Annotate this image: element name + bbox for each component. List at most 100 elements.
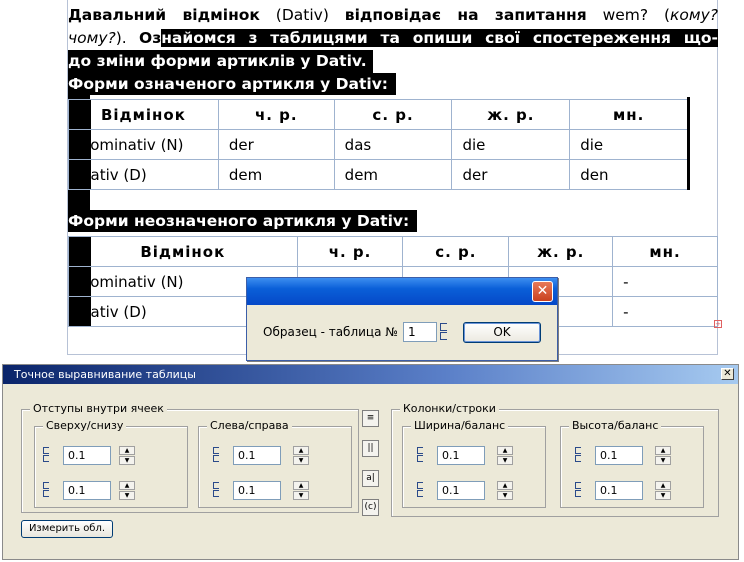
paragraph-line-1: Давальний відмінок (Dativ) відповідає на… <box>68 6 718 24</box>
paragraph-line-2: чому?). Ознайомся з таблицями та опиши с… <box>68 29 718 47</box>
group-label: Отступы внутри ячеек <box>30 402 167 415</box>
header-cell[interactable]: Відмінок <box>68 99 219 130</box>
width-balance-stepper[interactable]: ▲ ▼ <box>497 481 513 500</box>
spin-down-icon[interactable]: ▼ <box>293 491 309 500</box>
table-cell[interactable]: der <box>217 129 335 160</box>
spin-up-icon[interactable]: ▲ <box>119 446 135 455</box>
table-cell[interactable]: Dativ (D) <box>68 159 219 190</box>
spin-down-icon[interactable]: ▼ <box>119 456 135 465</box>
left-padding-input[interactable] <box>233 446 281 465</box>
header-cell[interactable]: мн. <box>569 99 688 130</box>
intro-paragraph: Давальний відмінок (Dativ) відповідає на… <box>68 4 718 73</box>
top-padding-input[interactable] <box>63 446 111 465</box>
header-cell[interactable]: с. р. <box>402 236 510 267</box>
dialog-titlebar[interactable]: ✕ <box>247 278 557 305</box>
link-icon[interactable] <box>417 482 423 497</box>
spin-up-icon[interactable]: ▲ <box>655 481 671 490</box>
spin-down-icon[interactable]: ▼ <box>655 491 671 500</box>
left-padding-stepper[interactable]: ▲ ▼ <box>293 446 309 465</box>
measure-area-button[interactable]: Измерить обл. <box>21 520 113 538</box>
dialog-title: Точное выравнивание таблицы <box>14 368 196 381</box>
header-cell[interactable]: ч. р. <box>217 99 335 130</box>
dialog-titlebar[interactable]: Точное выравнивание таблицы ✕ <box>3 365 738 384</box>
width-balance-input[interactable] <box>437 481 485 500</box>
group-label: Ширина/баланс <box>411 419 509 432</box>
table-cell[interactable]: dem <box>217 159 335 190</box>
table-cell[interactable]: der <box>451 159 571 190</box>
spin-down-icon[interactable]: ▼ <box>293 456 309 465</box>
spin-down-icon[interactable]: ▼ <box>497 491 513 500</box>
close-button[interactable]: ✕ <box>721 368 734 380</box>
table-cell[interactable]: die <box>569 129 688 160</box>
table-right-bar <box>687 97 690 190</box>
link-icon[interactable] <box>43 482 49 497</box>
link-icon[interactable] <box>213 447 219 462</box>
spin-down-icon[interactable]: ▼ <box>119 491 135 500</box>
height-balance-input[interactable] <box>595 481 643 500</box>
table-row: Dativ (D) dem dem der den <box>68 159 688 190</box>
spin-up-icon[interactable]: ▲ <box>293 481 309 490</box>
header-cell[interactable]: Відмінок <box>68 236 298 267</box>
table-number-label: Образец - таблица № <box>263 325 398 339</box>
right-padding-input[interactable] <box>233 481 281 500</box>
definite-article-table[interactable]: Відмінок ч. р. с. р. ж. р. мн. Nominativ… <box>68 99 688 190</box>
table-cell[interactable]: den <box>569 159 688 190</box>
column-split-icon[interactable]: || <box>362 440 379 457</box>
table-cell[interactable]: dem <box>333 159 453 190</box>
header-cell[interactable]: мн. <box>612 236 718 267</box>
link-icon[interactable] <box>417 447 423 462</box>
link-icon[interactable] <box>440 323 448 341</box>
heading-definite-article: Форми означеного артикля у Dativ: <box>68 73 396 95</box>
link-icon[interactable] <box>575 482 581 497</box>
header-cell[interactable]: ч. р. <box>296 236 404 267</box>
highlight-stub <box>68 190 90 210</box>
spin-up-icon[interactable]: ▲ <box>655 446 671 455</box>
table-cell[interactable]: das <box>333 129 453 160</box>
right-padding-stepper[interactable]: ▲ ▼ <box>293 481 309 500</box>
table-resize-handle[interactable]: + <box>714 320 722 328</box>
left-right-group: Слева/справа ▲▼ ▲▼ <box>198 419 352 508</box>
header-cell[interactable]: ж. р. <box>451 99 571 130</box>
table-number-input[interactable] <box>403 322 437 342</box>
link-icon[interactable] <box>213 482 219 497</box>
ok-button[interactable]: OK <box>463 322 541 343</box>
width-stepper[interactable]: ▲ ▼ <box>497 446 513 465</box>
height-input[interactable] <box>595 446 643 465</box>
bottom-padding-stepper[interactable]: ▲ ▼ <box>119 481 135 500</box>
table-cell[interactable]: Nominativ (N) <box>68 129 219 160</box>
table-cell[interactable]: - <box>612 266 718 297</box>
height-balance-stepper[interactable]: ▲ ▼ <box>655 481 671 500</box>
group-label: Слева/справа <box>207 419 292 432</box>
spin-up-icon[interactable]: ▲ <box>119 481 135 490</box>
cell-padding-group: Отступы внутри ячеек Сверху/снизу ▲▼ ▲▼ … <box>21 402 359 513</box>
copyright-icon[interactable]: (c) <box>362 499 379 516</box>
table-header-row: Відмінок ч. р. с. р. ж. р. мн. <box>68 236 718 267</box>
table-header-row: Відмінок ч. р. с. р. ж. р. мн. <box>68 99 688 130</box>
link-icon[interactable] <box>575 447 581 462</box>
spin-down-icon[interactable]: ▼ <box>497 456 513 465</box>
table-cell[interactable]: die <box>451 129 571 160</box>
columns-rows-group: Колонки/строки Ширина/баланс ▲▼ ▲▼ Высот… <box>391 402 719 517</box>
link-icon[interactable] <box>43 447 49 462</box>
spin-up-icon[interactable]: ▲ <box>497 446 513 455</box>
height-stepper[interactable]: ▲ ▼ <box>655 446 671 465</box>
top-padding-stepper[interactable]: ▲ ▼ <box>119 446 135 465</box>
close-button[interactable]: ✕ <box>532 281 553 302</box>
group-label: Колонки/строки <box>400 402 499 415</box>
align-justify-icon[interactable]: ≡ <box>362 410 379 427</box>
width-input[interactable] <box>437 446 485 465</box>
header-cell[interactable]: с. р. <box>333 99 453 130</box>
table-row: Nominativ (N) der das die die <box>68 129 688 160</box>
spin-up-icon[interactable]: ▲ <box>293 446 309 455</box>
top-bottom-group: Сверху/снизу ▲▼ ▲▼ <box>34 419 188 508</box>
width-balance-group: Ширина/баланс ▲▼ ▲▼ <box>402 419 546 508</box>
height-balance-group: Высота/баланс ▲▼ ▲▼ <box>560 419 704 508</box>
header-cell[interactable]: ж. р. <box>508 236 614 267</box>
spin-down-icon[interactable]: ▼ <box>655 456 671 465</box>
spin-up-icon[interactable]: ▲ <box>497 481 513 490</box>
text-align-icon[interactable]: a| <box>362 470 379 487</box>
bottom-padding-input[interactable] <box>63 481 111 500</box>
group-label: Сверху/снизу <box>43 419 127 432</box>
heading-indefinite-article: Форми неозначеного артикля у Dativ: <box>68 210 418 232</box>
table-cell[interactable]: - <box>612 296 718 327</box>
